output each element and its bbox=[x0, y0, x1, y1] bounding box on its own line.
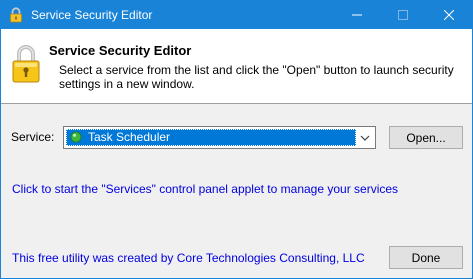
green-status-icon bbox=[70, 131, 82, 143]
minimize-button[interactable] bbox=[334, 1, 380, 29]
services-applet-link[interactable]: Click to start the "Services" control pa… bbox=[12, 182, 398, 196]
maximize-icon bbox=[398, 10, 408, 20]
done-button[interactable]: Done bbox=[389, 246, 463, 269]
title-bar[interactable]: Service Security Editor bbox=[1, 1, 472, 29]
window-title: Service Security Editor bbox=[31, 8, 153, 22]
selected-service: Task Scheduler bbox=[88, 130, 171, 144]
chevron-down-icon[interactable] bbox=[359, 132, 371, 144]
minimize-icon bbox=[352, 10, 362, 20]
service-dropdown[interactable]: Task Scheduler bbox=[63, 126, 376, 149]
close-button[interactable] bbox=[426, 1, 472, 29]
padlock-icon bbox=[10, 44, 42, 84]
open-button[interactable]: Open... bbox=[389, 126, 463, 149]
lock-icon bbox=[8, 7, 24, 23]
credit-link[interactable]: This free utility was created by Core Te… bbox=[12, 251, 365, 265]
header-title: Service Security Editor bbox=[49, 43, 192, 58]
app-window: Service Security Editor Service Security… bbox=[0, 0, 473, 279]
maximize-button[interactable] bbox=[380, 1, 426, 29]
service-label: Service: bbox=[11, 130, 55, 144]
header-description: Select a service from the list and click… bbox=[59, 63, 454, 91]
header-panel: Service Security Editor Select a service… bbox=[1, 29, 472, 104]
close-icon bbox=[444, 10, 454, 20]
